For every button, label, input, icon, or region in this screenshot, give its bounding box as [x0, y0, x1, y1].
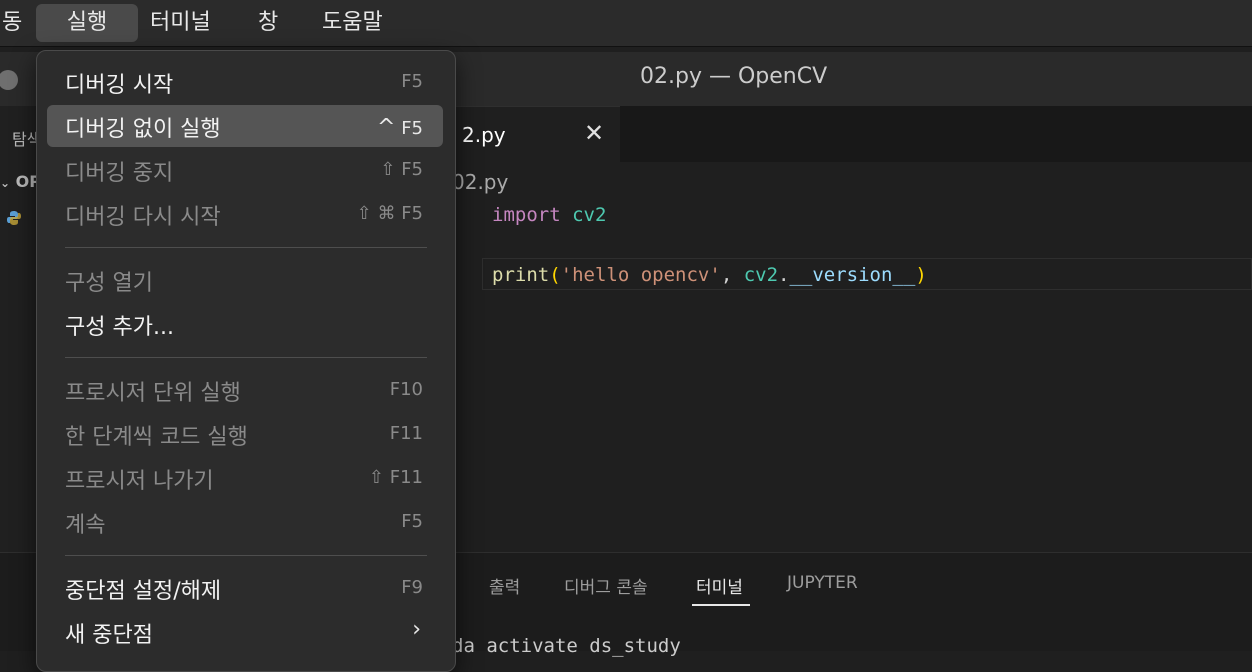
menu-help[interactable]: 도움말 — [308, 4, 397, 42]
code-attribute: __version__ — [789, 264, 916, 286]
menu-item-restart-debugging[interactable]: 디버깅 다시 시작 ⇧ ⌘ F5 — [47, 193, 443, 235]
shortcut-key: F5 — [401, 159, 423, 180]
shortcut-key: F5 — [401, 118, 423, 139]
menu-item-continue[interactable]: 계속 F5 — [47, 501, 443, 543]
editor-tab-02py[interactable]: 2.py ✕ — [450, 106, 620, 163]
menu-window[interactable]: 창 — [244, 4, 292, 42]
menu-item-shortcut: F10 — [389, 379, 423, 400]
code-bracket-close: ) — [915, 264, 927, 286]
shift-key-icon: ⇧ — [368, 467, 384, 488]
code-line-1[interactable]: import cv2 — [492, 204, 606, 226]
menu-item-step-over[interactable]: 프로시저 단위 실행 F10 — [47, 369, 443, 411]
code-keyword: import — [492, 204, 561, 226]
menu-item-label: 구성 열기 — [65, 271, 153, 296]
menu-item-open-configurations[interactable]: 구성 열기 — [47, 259, 443, 301]
tab-debug-console[interactable]: 디버그 콘솔 — [564, 573, 648, 598]
menu-run[interactable]: 실행 — [36, 4, 138, 42]
menu-item-label: 디버깅 시작 — [65, 73, 174, 98]
menu-item-label: 새 중단점 — [65, 623, 153, 648]
breadcrumb[interactable]: 02.py — [452, 170, 508, 194]
menu-item-label: 중단점 설정/해제 — [65, 579, 222, 604]
code-module: cv2 — [572, 204, 607, 226]
menu-item-shortcut: F5 — [401, 71, 423, 92]
code-comma: , — [720, 264, 744, 286]
menu-item-label: 디버깅 없이 실행 — [65, 117, 221, 142]
close-icon[interactable]: ✕ — [584, 119, 604, 147]
menu-item-stop-debugging[interactable]: 디버깅 중지 ⇧ F5 — [47, 149, 443, 191]
menu-separator — [65, 357, 427, 358]
code-dot: . — [778, 264, 790, 286]
code-line-3[interactable]: print('hello opencv', cv2.__version__) — [492, 264, 927, 286]
menu-terminal[interactable]: 터미널 — [136, 4, 225, 42]
menu-go[interactable]: 동 — [0, 4, 36, 42]
shortcut-key: F5 — [401, 203, 423, 224]
code-object: cv2 — [743, 264, 779, 286]
menu-item-shortcut: ⇧ F11 — [369, 467, 423, 488]
menu-item-label: 디버깅 다시 시작 — [65, 205, 221, 230]
python-file-icon[interactable] — [6, 210, 22, 226]
shortcut-key: F11 — [389, 467, 423, 488]
menu-item-shortcut: F9 — [401, 577, 423, 598]
code-bracket-open: ( — [549, 264, 561, 286]
menu-item-shortcut: F5 — [401, 511, 423, 532]
code-function: print — [492, 264, 550, 286]
menu-item-toggle-breakpoint[interactable]: 중단점 설정/해제 F9 — [47, 567, 443, 609]
active-tab-indicator — [692, 604, 750, 606]
tab-label: 2.py — [462, 123, 506, 147]
code-string: 'hello opencv' — [560, 264, 721, 286]
menu-item-shortcut: ⇧ F5 — [380, 159, 423, 180]
chevron-down-icon: ⌄ — [0, 176, 11, 190]
menu-item-label: 한 단계씩 코드 실행 — [65, 425, 248, 450]
menu-item-run-without-debugging[interactable]: 디버깅 없이 실행 ^ F5 — [47, 105, 443, 147]
tab-output[interactable]: 출력 — [489, 573, 520, 598]
macos-menu-bar: 동 실행 터미널 창 도움말 — [0, 0, 1252, 47]
menu-item-shortcut: F11 — [389, 423, 423, 444]
tab-terminal[interactable]: 터미널 — [696, 573, 743, 598]
menu-item-label: 구성 추가... — [65, 315, 174, 340]
shift-command-key-icon: ⇧ ⌘ — [356, 203, 396, 224]
menu-item-new-breakpoint[interactable]: 새 중단점 › — [47, 611, 443, 653]
run-menu-dropdown: 디버깅 시작 F5 디버깅 없이 실행 ^ F5 디버깅 중지 ⇧ F5 디버깅… — [36, 50, 456, 672]
menu-item-label: 프로시저 나가기 — [65, 469, 214, 494]
terminal-output[interactable]: da activate ds_study — [452, 635, 681, 657]
menu-item-start-debugging[interactable]: 디버깅 시작 F5 — [47, 61, 443, 103]
menu-item-step-out[interactable]: 프로시저 나가기 ⇧ F11 — [47, 457, 443, 499]
menu-separator — [65, 247, 427, 248]
menu-separator — [65, 555, 427, 556]
folder-header[interactable]: ⌄ OP — [0, 172, 41, 191]
shift-key-icon: ⇧ — [380, 159, 396, 180]
menu-item-shortcut: ^ F5 — [377, 115, 423, 140]
control-key-icon: ^ — [377, 115, 396, 140]
menu-item-shortcut: ⇧ ⌘ F5 — [357, 203, 423, 224]
menu-item-label: 디버깅 중지 — [65, 161, 174, 186]
chevron-right-icon: › — [412, 617, 421, 642]
tab-jupyter[interactable]: JUPYTER — [787, 573, 858, 593]
menu-item-step-into[interactable]: 한 단계씩 코드 실행 F11 — [47, 413, 443, 455]
menu-item-label: 계속 — [65, 513, 106, 538]
menu-item-label: 프로시저 단위 실행 — [65, 381, 241, 406]
menu-item-add-configuration[interactable]: 구성 추가... — [47, 303, 443, 345]
